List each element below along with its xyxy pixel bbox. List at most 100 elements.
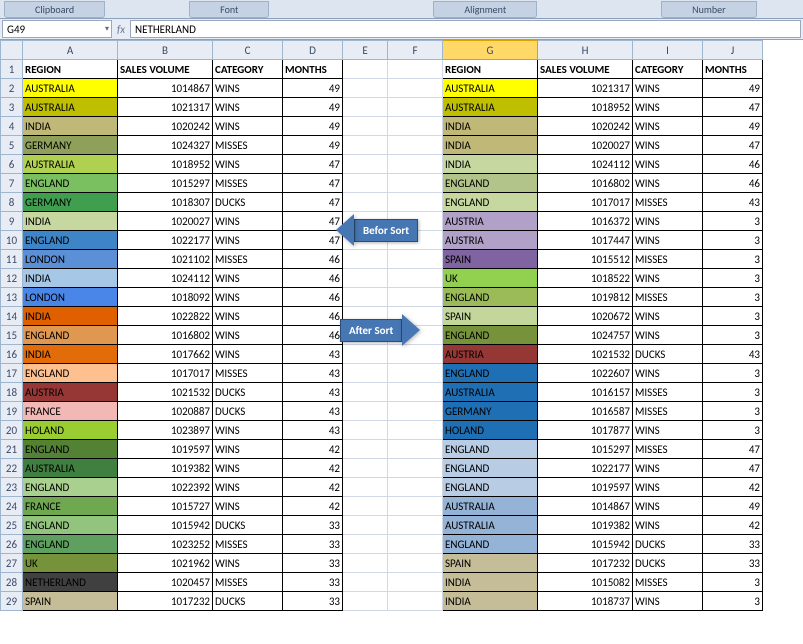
cell-A12[interactable]: INDIA [23,269,118,288]
row-header-20[interactable]: 20 [1,421,23,440]
cell-F19[interactable] [388,402,443,421]
cell-H16[interactable]: 1021532 [538,345,633,364]
cell-I27[interactable]: DUCKS [633,554,703,573]
cell-G18[interactable]: AUSTRALIA [443,383,538,402]
cell-H21[interactable]: 1015297 [538,440,633,459]
cell-I25[interactable]: WINS [633,516,703,535]
cell-I20[interactable]: WINS [633,421,703,440]
cell-G28[interactable]: INDIA [443,573,538,592]
cell-G2[interactable]: AUSTRALIA [443,79,538,98]
cell-J19[interactable]: 3 [703,402,763,421]
cell-B1[interactable]: SALES VOLUME [118,60,213,79]
cell-D12[interactable]: 46 [283,269,343,288]
cell-D17[interactable]: 43 [283,364,343,383]
ribbon-group-number[interactable]: Number [661,1,756,18]
ribbon-group-alignment[interactable]: Alignment [433,1,537,18]
cell-J1[interactable]: MONTHS [703,60,763,79]
cell-B3[interactable]: 1021317 [118,98,213,117]
cell-H27[interactable]: 1017232 [538,554,633,573]
cell-E21[interactable] [343,440,388,459]
cell-A10[interactable]: ENGLAND [23,231,118,250]
cell-G20[interactable]: HOLAND [443,421,538,440]
cell-A3[interactable]: AUSTRALIA [23,98,118,117]
cell-A29[interactable]: SPAIN [23,592,118,611]
cell-I21[interactable]: MISSES [633,440,703,459]
cell-B4[interactable]: 1020242 [118,117,213,136]
cell-G21[interactable]: ENGLAND [443,440,538,459]
cell-A24[interactable]: FRANCE [23,497,118,516]
cell-E23[interactable] [343,478,388,497]
cell-A14[interactable]: INDIA [23,307,118,326]
cell-G10[interactable]: AUSTRIA [443,231,538,250]
cell-A2[interactable]: AUSTRALIA [23,79,118,98]
cell-H5[interactable]: 1020027 [538,136,633,155]
cell-J28[interactable]: 3 [703,573,763,592]
cell-G15[interactable]: ENGLAND [443,326,538,345]
cell-A18[interactable]: AUSTRIA [23,383,118,402]
cell-A25[interactable]: ENGLAND [23,516,118,535]
cell-D15[interactable]: 46 [283,326,343,345]
row-header-6[interactable]: 6 [1,155,23,174]
cell-G1[interactable]: REGION [443,60,538,79]
cell-B5[interactable]: 1024327 [118,136,213,155]
cell-C23[interactable]: WINS [213,478,283,497]
cell-H13[interactable]: 1019812 [538,288,633,307]
cell-I18[interactable]: MISSES [633,383,703,402]
cell-B23[interactable]: 1022392 [118,478,213,497]
cell-A27[interactable]: UK [23,554,118,573]
cell-C10[interactable]: WINS [213,231,283,250]
cell-F29[interactable] [388,592,443,611]
cell-C1[interactable]: CATEGORY [213,60,283,79]
cell-E7[interactable] [343,174,388,193]
cell-F1[interactable] [388,60,443,79]
row-header-9[interactable]: 9 [1,212,23,231]
cell-J15[interactable]: 3 [703,326,763,345]
cell-F26[interactable] [388,535,443,554]
cell-H25[interactable]: 1019382 [538,516,633,535]
cell-C20[interactable]: WINS [213,421,283,440]
cell-B18[interactable]: 1021532 [118,383,213,402]
cell-H14[interactable]: 1020672 [538,307,633,326]
cell-F13[interactable] [388,288,443,307]
cell-E11[interactable] [343,250,388,269]
cell-G24[interactable]: AUSTRALIA [443,497,538,516]
cell-I22[interactable]: WINS [633,459,703,478]
cell-C3[interactable]: WINS [213,98,283,117]
cell-H2[interactable]: 1021317 [538,79,633,98]
cell-F6[interactable] [388,155,443,174]
cell-J7[interactable]: 46 [703,174,763,193]
cell-C9[interactable]: WINS [213,212,283,231]
cell-I8[interactable]: MISSES [633,193,703,212]
cell-C4[interactable]: WINS [213,117,283,136]
cell-B13[interactable]: 1018092 [118,288,213,307]
cell-E2[interactable] [343,79,388,98]
cell-D28[interactable]: 33 [283,573,343,592]
row-header-21[interactable]: 21 [1,440,23,459]
cell-D4[interactable]: 49 [283,117,343,136]
cell-H9[interactable]: 1016372 [538,212,633,231]
col-header-H[interactable]: H [538,41,633,60]
cell-E25[interactable] [343,516,388,535]
col-header-G[interactable]: G [443,41,538,60]
cell-C19[interactable]: DUCKS [213,402,283,421]
cell-D18[interactable]: 43 [283,383,343,402]
row-header-28[interactable]: 28 [1,573,23,592]
cell-G7[interactable]: ENGLAND [443,174,538,193]
cell-F23[interactable] [388,478,443,497]
cell-H7[interactable]: 1016802 [538,174,633,193]
cell-H24[interactable]: 1014867 [538,497,633,516]
cell-E28[interactable] [343,573,388,592]
cell-F8[interactable] [388,193,443,212]
row-header-13[interactable]: 13 [1,288,23,307]
cell-D8[interactable]: 47 [283,193,343,212]
cell-E5[interactable] [343,136,388,155]
row-header-14[interactable]: 14 [1,307,23,326]
cell-D16[interactable]: 43 [283,345,343,364]
cell-B29[interactable]: 1017232 [118,592,213,611]
cell-D6[interactable]: 47 [283,155,343,174]
cell-J6[interactable]: 46 [703,155,763,174]
cell-J21[interactable]: 47 [703,440,763,459]
cell-B20[interactable]: 1023897 [118,421,213,440]
row-header-27[interactable]: 27 [1,554,23,573]
cell-I6[interactable]: WINS [633,155,703,174]
